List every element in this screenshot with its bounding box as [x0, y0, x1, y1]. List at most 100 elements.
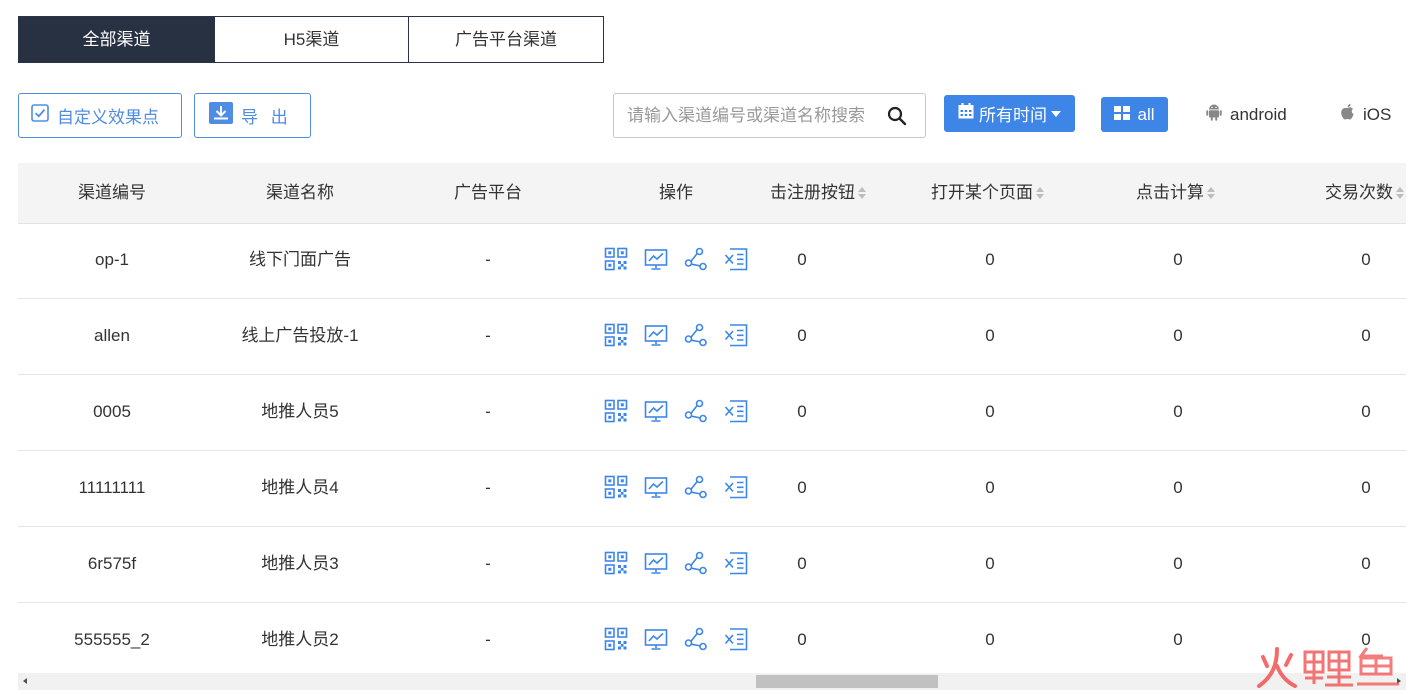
header-channel-code: 渠道编号	[78, 183, 146, 202]
header-operations: 操作	[659, 183, 693, 202]
custom-effect-point-button[interactable]: 自定义效果点	[18, 93, 182, 138]
row-operations	[604, 627, 764, 651]
export-data-icon[interactable]	[724, 551, 748, 575]
cell-channel-code: 555555_2	[74, 630, 150, 649]
cell-open-page: 0	[985, 554, 995, 573]
platform-ios-label: iOS	[1363, 104, 1392, 124]
cell-click-count: 0	[1173, 478, 1183, 497]
cell-open-page: 0	[985, 250, 995, 269]
qrcode-icon[interactable]	[604, 323, 628, 347]
cell-trade-count: 0	[1361, 478, 1371, 497]
cell-channel-code: allen	[94, 326, 130, 345]
chart-icon[interactable]	[644, 323, 668, 347]
row-operations	[604, 247, 764, 271]
export-data-icon[interactable]	[724, 323, 748, 347]
header-register-click-label: 击注册按钮	[770, 183, 855, 202]
cell-channel-name: 线下门面广告	[249, 250, 351, 269]
platform-android-button[interactable]: android	[1206, 97, 1287, 132]
time-range-dropdown[interactable]: 所有时间	[944, 95, 1075, 132]
search-input[interactable]	[625, 104, 879, 127]
cell-open-page: 0	[985, 630, 995, 649]
tab-all-channels[interactable]: 全部渠道	[19, 17, 215, 62]
cell-channel-name: 地推人员2	[261, 630, 339, 649]
table-row: 6r575f 地推人员3 - 0 0 0 0	[18, 527, 1406, 603]
table-row: 555555_2 地推人员2-0 0 0 0	[18, 603, 1406, 673]
share-icon[interactable]	[684, 323, 708, 347]
cell-click-count: 0	[1173, 250, 1183, 269]
row-operations	[604, 399, 764, 423]
channel-table: 渠道编号 渠道名称 广告平台 操作 击注册按钮 打开某个页面 点击计算 交易次数…	[18, 163, 1406, 673]
cell-channel-name: 线上广告投放-1	[241, 326, 359, 345]
share-icon[interactable]	[684, 247, 708, 271]
share-icon[interactable]	[684, 475, 708, 499]
calendar-icon	[958, 103, 979, 124]
export-data-icon[interactable]	[724, 399, 748, 423]
checkbox-icon	[31, 104, 57, 127]
chevron-down-icon	[1051, 110, 1061, 117]
header-click-count[interactable]: 点击计算	[1136, 163, 1215, 223]
android-icon	[1206, 103, 1230, 126]
share-icon[interactable]	[684, 399, 708, 423]
chart-icon[interactable]	[644, 551, 668, 575]
qrcode-icon[interactable]	[604, 247, 628, 271]
tab-ad-platform-channels[interactable]: 广告平台渠道	[409, 17, 603, 62]
cell-channel-code: op-1	[94, 250, 130, 269]
qrcode-icon[interactable]	[604, 551, 628, 575]
platform-all-button[interactable]: all	[1101, 97, 1168, 132]
custom-effect-point-label: 自定义效果点	[57, 108, 159, 127]
export-label: 导 出	[241, 108, 292, 127]
platform-ios-button[interactable]: iOS	[1340, 97, 1391, 132]
qrcode-icon[interactable]	[604, 475, 628, 499]
chart-icon[interactable]	[644, 475, 668, 499]
cell-open-page: 0	[985, 402, 995, 421]
table-header: 渠道编号 渠道名称 广告平台 操作 击注册按钮 打开某个页面 点击计算 交易次数	[18, 163, 1406, 224]
search-icon[interactable]	[887, 106, 907, 131]
sort-icon	[1396, 186, 1404, 199]
share-icon[interactable]	[684, 627, 708, 651]
cell-open-page: 0	[985, 478, 995, 497]
cell-ad-platform: -	[485, 478, 491, 497]
cell-register-click: 0	[797, 554, 807, 573]
horizontal-scrollbar[interactable]	[18, 673, 1406, 690]
cell-ad-platform: -	[485, 250, 491, 269]
sort-icon	[858, 186, 866, 199]
table-body: op-1 线下门面广告 - 0 0 0 0 allen 线上广告投放-1 - 0 0 0 0 0005 地推人…	[18, 223, 1406, 673]
cell-trade-count: 0	[1361, 402, 1371, 421]
qrcode-icon[interactable]	[604, 399, 628, 423]
cell-ad-platform: -	[485, 402, 491, 421]
cell-register-click: 0	[797, 478, 807, 497]
chart-icon[interactable]	[644, 627, 668, 651]
table-row: 11111111 地推人员4 - 0 0 0 0	[18, 451, 1406, 527]
export-button[interactable]: 导 出	[194, 93, 311, 138]
scroll-thumb[interactable]	[756, 675, 938, 688]
header-channel-name: 渠道名称	[266, 183, 334, 202]
cell-open-page: 0	[985, 326, 995, 345]
cell-click-count: 0	[1173, 326, 1183, 345]
cell-click-count: 0	[1173, 630, 1183, 649]
channel-tabs: 全部渠道 H5渠道 广告平台渠道	[18, 16, 604, 63]
chart-icon[interactable]	[644, 399, 668, 423]
cell-channel-name: 地推人员4	[261, 478, 339, 497]
cell-trade-count: 0	[1361, 326, 1371, 345]
qrcode-icon[interactable]	[604, 627, 628, 651]
scroll-left-icon[interactable]	[23, 678, 27, 684]
table-row: allen 线上广告投放-1 - 0 0 0 0	[18, 299, 1406, 375]
cell-ad-platform: -	[485, 554, 491, 573]
cell-channel-code: 11111111	[78, 478, 146, 497]
header-open-page-label: 打开某个页面	[931, 183, 1033, 202]
time-range-label: 所有时间	[979, 106, 1047, 125]
cell-register-click: 0	[797, 326, 807, 345]
header-trade-count[interactable]: 交易次数	[1325, 163, 1404, 223]
header-open-page[interactable]: 打开某个页面	[931, 163, 1044, 223]
share-icon[interactable]	[684, 551, 708, 575]
export-data-icon[interactable]	[724, 247, 748, 271]
cell-trade-count: 0	[1361, 250, 1371, 269]
tab-h5-channels[interactable]: H5渠道	[215, 17, 409, 62]
header-register-click[interactable]: 击注册按钮	[770, 163, 866, 223]
apple-icon	[1340, 103, 1363, 126]
chart-icon[interactable]	[644, 247, 668, 271]
sort-icon	[1036, 186, 1044, 199]
export-data-icon[interactable]	[724, 475, 748, 499]
export-data-icon[interactable]	[724, 627, 748, 651]
platform-all-label: all	[1137, 104, 1155, 124]
